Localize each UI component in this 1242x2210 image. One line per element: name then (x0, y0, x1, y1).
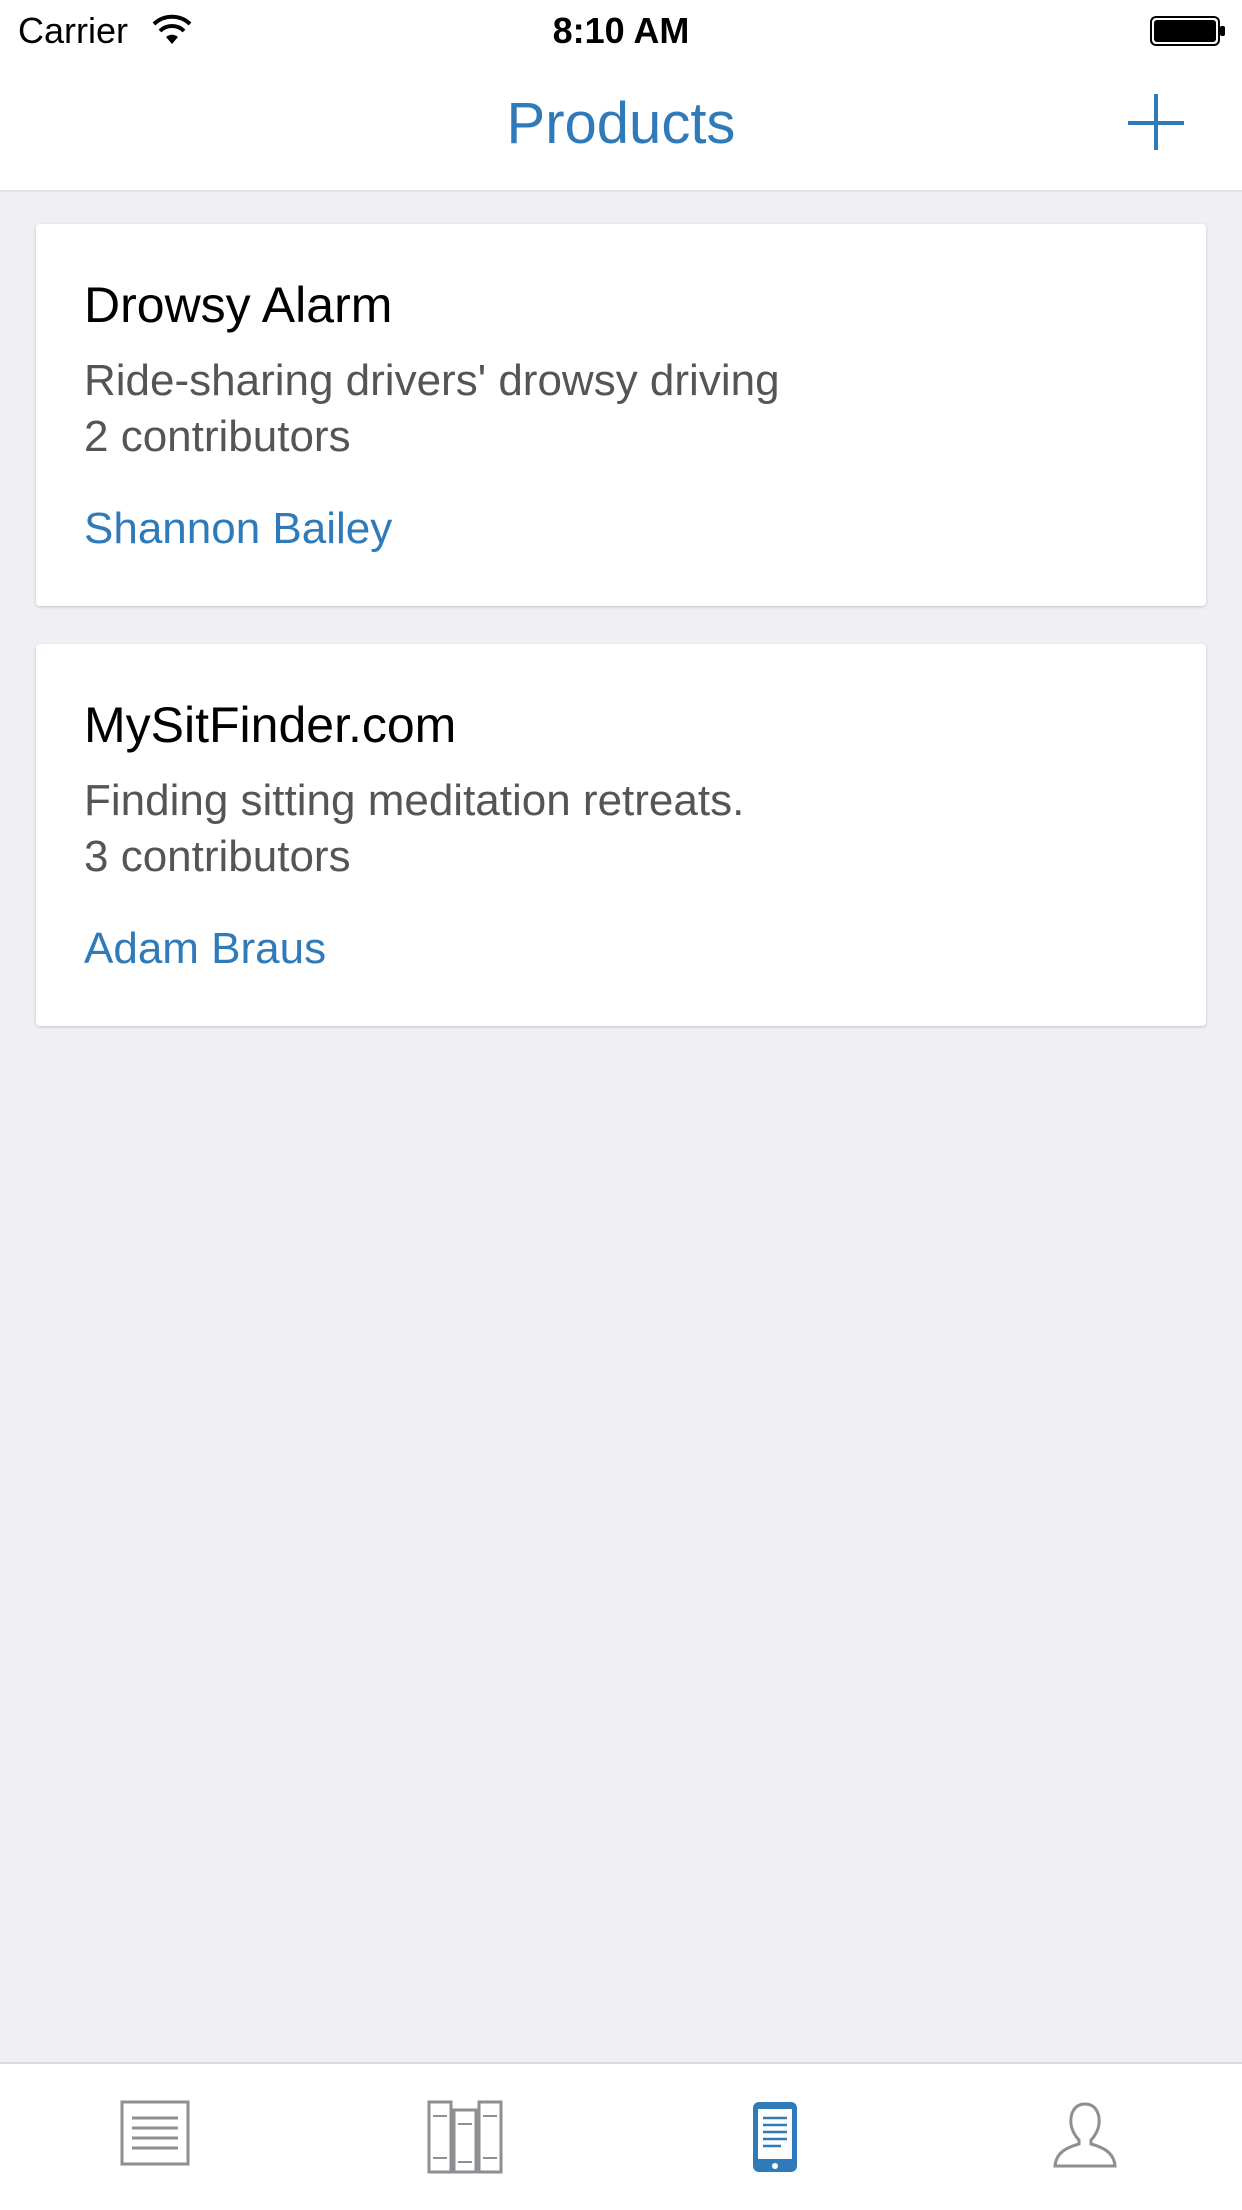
product-title: Drowsy Alarm (84, 277, 393, 333)
tab-bar (0, 2062, 1242, 2210)
add-product-button[interactable] (1128, 94, 1184, 150)
library-icon (427, 2100, 503, 2174)
mobile-icon (753, 2102, 797, 2172)
product-owner-link[interactable]: Adam Braus (84, 924, 326, 974)
tab-library[interactable] (310, 2064, 620, 2210)
product-owner-link[interactable]: Shannon Bailey (84, 504, 392, 554)
status-bar: Carrier 8:10 AM (0, 0, 1242, 60)
status-time: 8:10 AM (552, 10, 690, 51)
product-title: MySitFinder.com (84, 697, 457, 753)
product-description: Finding sitting meditation retreats. (84, 776, 745, 825)
page-title: Products (506, 91, 736, 156)
tab-profile[interactable] (930, 2064, 1240, 2210)
product-description: Ride-sharing drivers' drowsy driving (84, 356, 780, 405)
product-contributors: 2 contributors (84, 412, 351, 461)
plus-icon-stroke (1154, 94, 1158, 150)
battery-icon (1150, 16, 1225, 46)
tab-products[interactable] (620, 2064, 930, 2210)
product-card[interactable]: MySitFinder.com Finding sitting meditati… (36, 644, 1206, 1026)
navigation-bar: Products (0, 60, 1242, 192)
product-card[interactable]: Drowsy Alarm Ride-sharing drivers' drows… (36, 224, 1206, 606)
list-icon (120, 2100, 190, 2166)
profile-icon (1053, 2102, 1117, 2168)
tab-list[interactable] (0, 2064, 310, 2210)
product-contributors: 3 contributors (84, 832, 351, 881)
